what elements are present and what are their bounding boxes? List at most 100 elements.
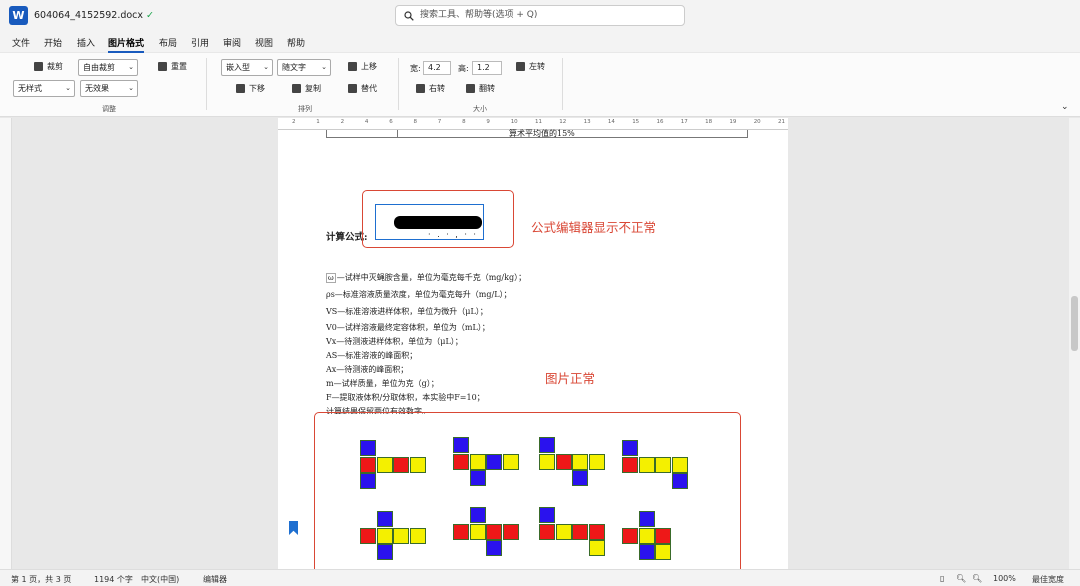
cube-net-tile bbox=[469, 453, 486, 470]
cube-net-tile bbox=[409, 456, 426, 473]
ruler-tick-label: 15 bbox=[632, 119, 640, 125]
style-dropdown[interactable]: 无样式 ⌄ bbox=[13, 80, 75, 97]
style-value: 无样式 bbox=[18, 84, 42, 93]
menu-insert[interactable]: 插入 bbox=[77, 36, 95, 49]
menu-file[interactable]: 文件 bbox=[12, 36, 30, 49]
copy-button[interactable]: 复制 bbox=[292, 83, 321, 94]
menu-help[interactable]: 帮助 bbox=[287, 36, 305, 49]
wrap-text-value: 随文字 bbox=[282, 63, 306, 72]
reset-icon bbox=[158, 62, 167, 71]
cube-net-tile bbox=[555, 523, 572, 540]
move-up-label: 上移 bbox=[361, 62, 377, 71]
move-down-button[interactable]: 下移 bbox=[236, 83, 265, 94]
focus-icon[interactable]: ▯ bbox=[940, 574, 944, 583]
cube-net-tile bbox=[539, 437, 555, 453]
cube-net-tile bbox=[572, 523, 588, 540]
cube-net-tile bbox=[622, 456, 638, 473]
annotation-image: 图片正常 bbox=[545, 371, 596, 386]
cube-net-tile bbox=[638, 511, 655, 527]
ruler-tick-label: 6 bbox=[389, 119, 393, 125]
group-separator bbox=[398, 58, 399, 110]
cube-net-tile bbox=[622, 440, 638, 456]
title-bar: W 604064_4152592.docx ✓ 搜索工具、帮助等(选项 + Q) bbox=[0, 0, 1080, 31]
wrap-text-dropdown[interactable]: 随文字 ⌄ bbox=[277, 59, 331, 76]
zoom-out-icon[interactable]: 🔍︎ bbox=[956, 574, 966, 583]
menu-layout[interactable]: 布局 bbox=[159, 36, 177, 49]
rotate-right-label: 右转 bbox=[429, 84, 445, 93]
definition-line: VS—标准溶液进样体积，单位为微升（μL）； bbox=[326, 307, 488, 316]
width-label: 宽: bbox=[410, 64, 421, 73]
cube-net-tile bbox=[655, 544, 671, 560]
search-box[interactable]: 搜索工具、帮助等(选项 + Q) bbox=[395, 5, 685, 26]
cube-net-tile bbox=[486, 453, 502, 470]
cube-net-tile bbox=[486, 523, 502, 540]
menu-references[interactable]: 引用 bbox=[191, 36, 209, 49]
menu-view[interactable]: 视图 bbox=[255, 36, 273, 49]
ruler-tick-label: 12 bbox=[559, 119, 567, 125]
document-title[interactable]: 604064_4152592.docx ✓ bbox=[34, 10, 154, 21]
chevron-down-icon[interactable]: ⌄ bbox=[1061, 102, 1069, 112]
search-icon bbox=[404, 10, 414, 21]
rotate-right-button[interactable]: 右转 bbox=[416, 83, 445, 94]
cube-net-tile bbox=[622, 527, 638, 544]
move-down-label: 下移 bbox=[249, 84, 265, 93]
flip-icon bbox=[466, 84, 475, 93]
word-logo-icon[interactable]: W bbox=[9, 6, 28, 25]
flip-button[interactable]: 翻转 bbox=[466, 83, 495, 94]
effect-dropdown[interactable]: 无效果 ⌄ bbox=[80, 80, 138, 97]
cube-net-tile bbox=[393, 456, 409, 473]
cube-net-tile bbox=[539, 507, 555, 523]
menu-picture-format[interactable]: 图片格式 bbox=[108, 36, 145, 53]
fit-width[interactable]: 最佳宽度 bbox=[1032, 574, 1064, 585]
zoom-level[interactable]: 100% bbox=[993, 574, 1016, 583]
move-up-button[interactable]: 上移 bbox=[348, 61, 377, 72]
cube-net-tile bbox=[588, 523, 605, 540]
wrap-inline-dropdown[interactable]: 嵌入型 ⌄ bbox=[221, 59, 273, 76]
free-crop-dropdown[interactable]: 自由裁剪 ⌄ bbox=[78, 59, 138, 76]
page-count[interactable]: 第 1 页，共 3 页 bbox=[11, 574, 71, 585]
copy-icon bbox=[292, 84, 301, 93]
cube-net-tile bbox=[588, 540, 605, 556]
menu-review[interactable]: 审阅 bbox=[223, 36, 241, 49]
status-bar: 第 1 页，共 3 页 1194 个字 中文(中国) 编辑器 ▯ 🔍︎ 🔍︎ 1… bbox=[0, 569, 1080, 586]
chevron-down-icon: ⌄ bbox=[263, 63, 269, 71]
free-crop-value: 自由裁剪 bbox=[83, 63, 115, 72]
replace-button[interactable]: 替代 bbox=[348, 83, 377, 94]
ruler-tick-label: 4 bbox=[364, 119, 369, 125]
reset-button[interactable]: 重置 bbox=[158, 61, 187, 72]
ruler-tick-label: 16 bbox=[656, 119, 664, 125]
search-placeholder: 搜索工具、帮助等(选项 + Q) bbox=[420, 10, 538, 20]
document-page[interactable]: 算术平均值的15% 计算公式: · . · , · · 公式编辑器显示不正常 ω… bbox=[278, 129, 788, 569]
cube-net-tile bbox=[539, 453, 555, 470]
width-input[interactable]: 4.2 bbox=[423, 61, 451, 75]
cube-net-tile bbox=[453, 523, 469, 540]
rotate-left-button[interactable]: 左转 bbox=[516, 61, 545, 72]
menu-home[interactable]: 开始 bbox=[44, 36, 62, 49]
definition-line: Ax—待测液的峰面积； bbox=[326, 365, 409, 374]
crop-button[interactable]: 裁剪 bbox=[34, 61, 63, 72]
cube-net-tile bbox=[469, 507, 486, 523]
table-divider bbox=[397, 130, 398, 138]
ruler-tick-label: 21 bbox=[778, 119, 785, 125]
cube-net-tile bbox=[409, 527, 426, 544]
cube-net-tile bbox=[638, 527, 655, 544]
scrollbar-thumb[interactable] bbox=[1071, 296, 1078, 351]
vertical-ruler bbox=[0, 118, 12, 569]
ruler-tick-label: 8 bbox=[462, 119, 466, 125]
height-input[interactable]: 1.2 bbox=[472, 61, 502, 75]
send-backward-icon bbox=[236, 84, 245, 93]
group-label-size: 大小 bbox=[473, 105, 487, 113]
ruler-tick-label: 8 bbox=[413, 119, 418, 125]
vertical-scrollbar[interactable] bbox=[1069, 118, 1080, 569]
cube-net-tile bbox=[655, 527, 671, 544]
word-count[interactable]: 1194 个字 bbox=[94, 574, 133, 585]
wrap-inline-value: 嵌入型 bbox=[226, 63, 250, 72]
language-status[interactable]: 中文(中国) bbox=[141, 574, 179, 585]
editor-status[interactable]: 编辑器 bbox=[203, 574, 227, 585]
definition-line: AS—标准溶液的峰面积； bbox=[326, 351, 418, 360]
broken-formula-render bbox=[394, 216, 482, 229]
saved-check-icon: ✓ bbox=[146, 10, 155, 21]
cube-net-tile bbox=[453, 437, 469, 453]
ruler-tick-label: 19 bbox=[729, 119, 737, 125]
zoom-in-icon[interactable]: 🔍︎ bbox=[972, 574, 982, 583]
